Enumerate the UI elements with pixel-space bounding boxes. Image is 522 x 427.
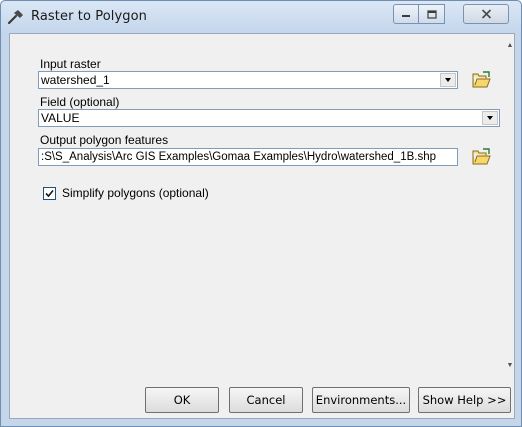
ok-button[interactable]: OK	[145, 387, 219, 413]
output-polygon-value: :S\S_Analysis\Arc GIS Examples\Gomaa Exa…	[41, 151, 437, 163]
title-bar[interactable]: Raster to Polygon	[1, 1, 521, 33]
field-label: Field (optional)	[40, 95, 120, 109]
dialog-body: Input raster watershed_1 Field (optional…	[9, 33, 515, 419]
cancel-button[interactable]: Cancel	[229, 387, 303, 413]
folder-open-icon	[472, 71, 491, 88]
input-raster-browse-button[interactable]	[469, 68, 495, 92]
input-raster-label: Input raster	[40, 57, 101, 71]
output-polygon-label: Output polygon features	[40, 133, 169, 147]
scroll-down-icon[interactable]: ▼	[506, 362, 514, 370]
environments-button[interactable]: Environments...	[312, 387, 410, 413]
show-help-button[interactable]: Show Help >>	[418, 387, 511, 413]
checkmark-icon	[45, 189, 54, 198]
maximize-button[interactable]	[419, 4, 445, 24]
button-bar: OK Cancel Environments... Show Help >>	[10, 380, 514, 418]
dialog-window: Raster to Polygon Input raster watershed…	[0, 0, 522, 427]
chevron-down-icon	[445, 78, 451, 82]
window-title: Raster to Polygon	[31, 9, 148, 24]
caption-buttons	[393, 4, 517, 24]
scroll-up-icon[interactable]: ▲	[506, 42, 514, 50]
folder-open-icon	[472, 148, 491, 165]
chevron-down-icon	[487, 116, 493, 120]
simplify-polygons-label: Simplify polygons (optional)	[62, 186, 209, 200]
minimize-icon	[402, 15, 410, 17]
field-combobox[interactable]: VALUE	[38, 109, 500, 127]
input-raster-dropdown-button[interactable]	[440, 73, 456, 87]
output-polygon-browse-button[interactable]	[469, 145, 495, 169]
maximize-icon	[426, 9, 437, 19]
field-value: VALUE	[41, 111, 80, 125]
simplify-polygons-checkbox[interactable]	[43, 187, 56, 200]
hammer-icon	[7, 9, 25, 25]
input-raster-combobox[interactable]: watershed_1	[38, 71, 458, 89]
vertical-scrollbar[interactable]: ▲ ▼	[505, 34, 515, 380]
input-raster-value: watershed_1	[41, 73, 110, 87]
close-icon	[481, 9, 491, 19]
close-button[interactable]	[463, 4, 509, 24]
minimize-button[interactable]	[393, 4, 419, 24]
field-dropdown-button[interactable]	[482, 111, 498, 125]
output-polygon-input[interactable]: :S\S_Analysis\Arc GIS Examples\Gomaa Exa…	[38, 148, 458, 166]
